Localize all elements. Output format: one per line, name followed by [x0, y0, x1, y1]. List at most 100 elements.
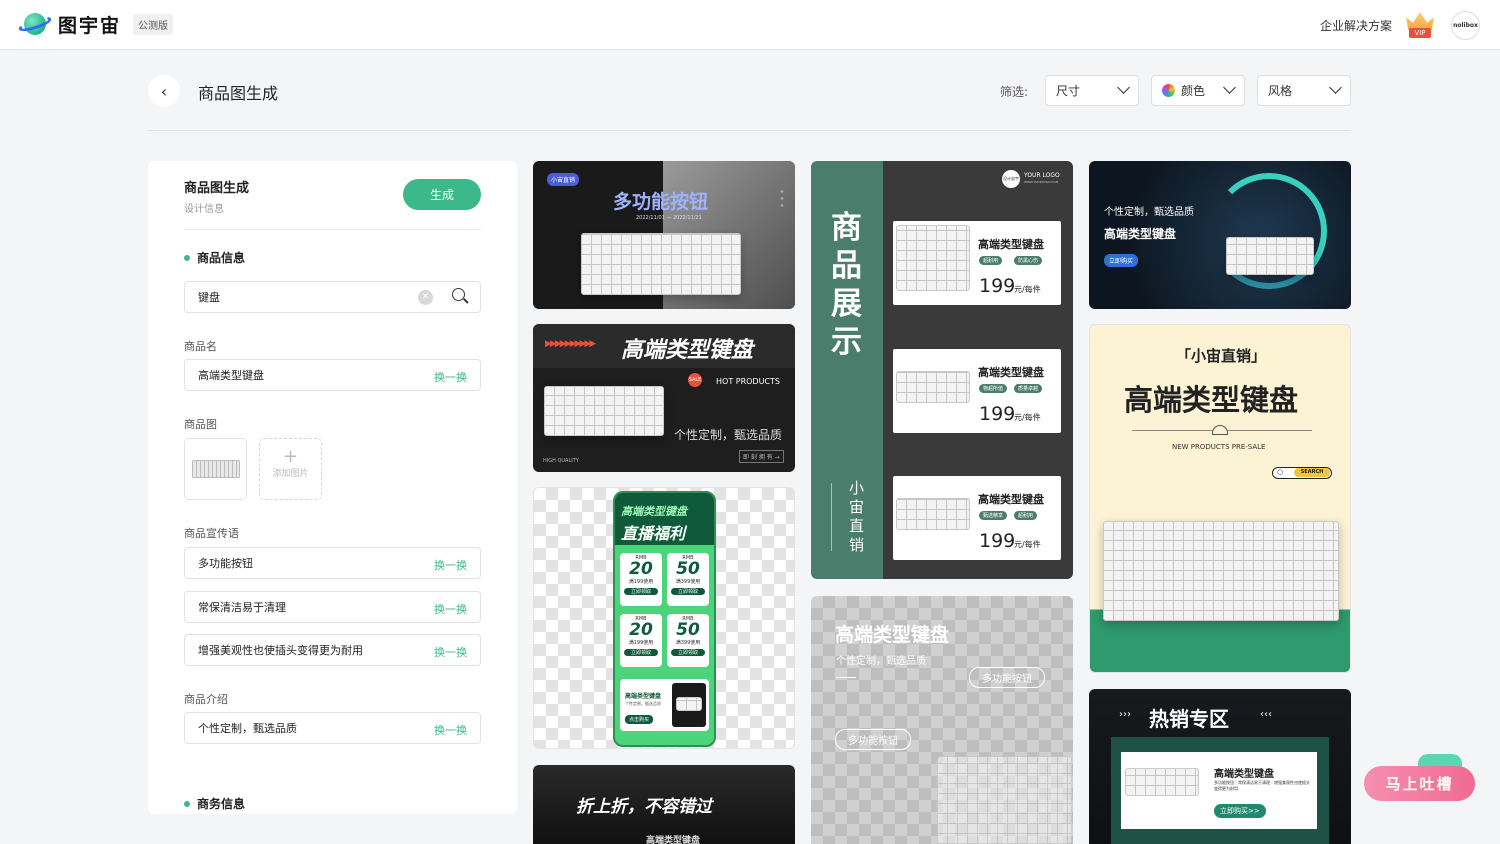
panel-divider [184, 229, 481, 230]
coupon-claim-button: 立即领取 [671, 649, 705, 656]
add-image-label: 添加图片 [272, 469, 309, 479]
keyboard-image [896, 498, 970, 530]
page-title: 商品图生成 [198, 84, 279, 103]
back-button[interactable]: ‹ [148, 75, 180, 107]
coupon-claim-button: 立即领取 [624, 649, 658, 656]
template-card-6[interactable]: 高端类型键盘 个性定制，甄选品质 多功能按钮 多功能按钮 [811, 596, 1073, 844]
template-card-8[interactable]: 「小宙直销」 高端类型键盘 NEW PRODUCTS PRE-SALE ○ SE… [1089, 324, 1351, 673]
template-card-1[interactable]: 小宙直销 多功能按钮 2022/11/01 — 2022/11/21 [533, 161, 795, 309]
slogan-swap-button[interactable]: 换一换 [434, 601, 467, 617]
search-icon[interactable] [452, 288, 469, 305]
keyboard-image [896, 225, 970, 291]
product-search-input[interactable]: 键盘 ✕ [184, 281, 481, 313]
style-filter-label: 风格 [1268, 84, 1293, 98]
slogan-value: 多功能按钮 [198, 557, 253, 570]
slogan-field-3[interactable]: 增强美观性也使插头变得更为耐用 换一换 [184, 634, 481, 666]
hot-sale-badge-icon: SALE [688, 373, 702, 387]
product-image-label: 商品图 [184, 418, 217, 431]
date-range: 2022/11/01 — 2022/11/21 [636, 215, 702, 221]
template-card-4[interactable]: 折上折，不容错过 高端类型键盘 [533, 765, 795, 844]
product-name-value: 高端类型键盘 [198, 369, 264, 382]
vip-label: VIP [1409, 28, 1431, 38]
style-filter-dropdown[interactable]: 风格 [1257, 75, 1351, 106]
coupon: RMB 50 满399使用 立即领取 [667, 553, 709, 606]
chevron-down-icon [1329, 81, 1342, 94]
buy-now-button: 立即购买 [1104, 254, 1139, 267]
card-title: 高端类型键盘 [1104, 227, 1177, 241]
logo-url: WWW.YOURLOGO.COM [1024, 180, 1059, 184]
planet-logo-icon [17, 10, 53, 38]
template-card-2[interactable]: ▶▶▶▶▶▶▶▶▶▶ 高端类型键盘 SALE HOT PRODUCTS 个性定制… [533, 324, 795, 472]
keyboard-image [581, 233, 741, 295]
product-name-label: 商品名 [184, 340, 217, 353]
card-title: 折上折，不容错过 [576, 797, 712, 817]
product-image-thumbnail[interactable] [184, 438, 247, 500]
add-image-button[interactable]: + 添加图片 [259, 438, 322, 500]
search-bar-decoration: ○ SEARCH [1272, 467, 1332, 479]
card-subtitle: 高端类型键盘 [646, 836, 701, 844]
size-filter-label: 尺寸 [1056, 84, 1081, 98]
hot-products-label: HOT PRODUCTS [716, 377, 780, 386]
intro-swap-button[interactable]: 换一换 [434, 722, 467, 738]
slogan-field-1[interactable]: 多功能按钮 换一换 [184, 547, 481, 579]
beta-badge: 公测版 [133, 13, 174, 35]
item-name: 高端类型键盘 [978, 366, 1044, 379]
keyboard-image [896, 371, 970, 403]
search-button: SEARCH [1294, 468, 1330, 477]
card-title: 高端类型键盘 [835, 624, 950, 646]
generate-button[interactable]: 生成 [403, 179, 481, 210]
feedback-button[interactable]: 马上吐槽 [1364, 766, 1475, 801]
template-card-5[interactable]: 商品展示 小宙直销 设计宙宇 YOUR LOGO WWW.YOURLOGO.CO… [811, 161, 1073, 579]
coupon-claim-button: 立即领取 [624, 588, 658, 595]
card-title: 多功能按钮 [613, 191, 709, 213]
arrows-decoration-icon: ▶▶▶▶▶▶▶▶▶▶ [545, 339, 596, 349]
color-filter-dropdown[interactable]: 颜色 [1151, 75, 1245, 106]
product-name-swap-button[interactable]: 换一换 [434, 369, 467, 385]
vertical-title: 商品展示 [831, 210, 862, 360]
brand-label: 「小宙直销」 [1176, 347, 1267, 365]
template-card-3[interactable]: 高端类型键盘 直播福利 RMB 20 满199使用 立即领取 RMB 50 满3… [533, 487, 795, 749]
intro-field[interactable]: 个性定制，甄选品质 换一换 [184, 712, 481, 744]
enterprise-solutions-link[interactable]: 企业解决方案 [1320, 17, 1392, 34]
slogan-value: 增强美观性也使插头变得更为耐用 [198, 644, 363, 657]
card-subtitle: 个性定制，甄选品质 [836, 656, 926, 667]
item-price-unit: 元/每件 [1014, 285, 1041, 294]
item-tag: 甄选精享 [979, 511, 1008, 520]
chevrons-left-icon: ››› [1119, 709, 1131, 720]
coupon-condition: 满199使用 [628, 640, 654, 646]
item-price: 199 [979, 275, 1016, 297]
header-divider [148, 130, 1351, 131]
size-filter-dropdown[interactable]: 尺寸 [1045, 75, 1139, 106]
keyboard-image [676, 697, 702, 711]
keyboard-thumbnail-image [191, 460, 240, 478]
card-title: 热销专区 [1149, 707, 1229, 731]
slogan-swap-button[interactable]: 换一换 [434, 557, 467, 573]
template-card-9[interactable]: 热销专区 ››› ‹‹‹ 高端类型键盘 多功能按钮｜常保清洁易于清理｜增强美观性… [1089, 689, 1351, 844]
item-name: 高端类型键盘 [978, 238, 1044, 251]
slogan-swap-button[interactable]: 换一换 [434, 644, 467, 660]
chevrons-right-icon: ‹‹‹ [1260, 709, 1272, 720]
item-price-unit: 元/每件 [1014, 540, 1041, 549]
coupon-amount: 20 [629, 559, 653, 579]
slogan-field-2[interactable]: 常保清洁易于清理 换一换 [184, 591, 481, 623]
template-card-7[interactable]: 个性定制，甄选品质 高端类型键盘 立即购买 [1089, 161, 1351, 309]
card-subtitle: NEW PRODUCTS PRE-SALE [1172, 443, 1266, 451]
promo-buy-button: 点击购买 [625, 715, 654, 724]
clear-icon[interactable]: ✕ [418, 290, 433, 305]
dots-indicator [780, 188, 784, 208]
vip-crown-icon[interactable]: VIP [1404, 12, 1436, 38]
keyboard-image [1125, 768, 1199, 796]
coupon-amount: 50 [676, 620, 700, 640]
logo[interactable]: 图宇宙 公测版 [17, 10, 174, 38]
chevron-down-icon [1223, 81, 1236, 94]
item-tag: 物超所值 [979, 384, 1008, 393]
avatar[interactable]: nolibox [1451, 11, 1480, 40]
coupon-condition: 满399使用 [675, 579, 701, 585]
slogan-value: 常保清洁易于清理 [198, 601, 286, 614]
keyboard-image [1226, 237, 1314, 275]
brand-tag: 小宙直销 [547, 173, 580, 186]
item-price: 199 [979, 530, 1016, 552]
product-item: 高端类型键盘 物超所值 质量卓越 199 元/每件 [893, 349, 1061, 433]
coupon-condition: 满199使用 [628, 579, 654, 585]
product-name-field[interactable]: 高端类型键盘 换一换 [184, 359, 481, 391]
